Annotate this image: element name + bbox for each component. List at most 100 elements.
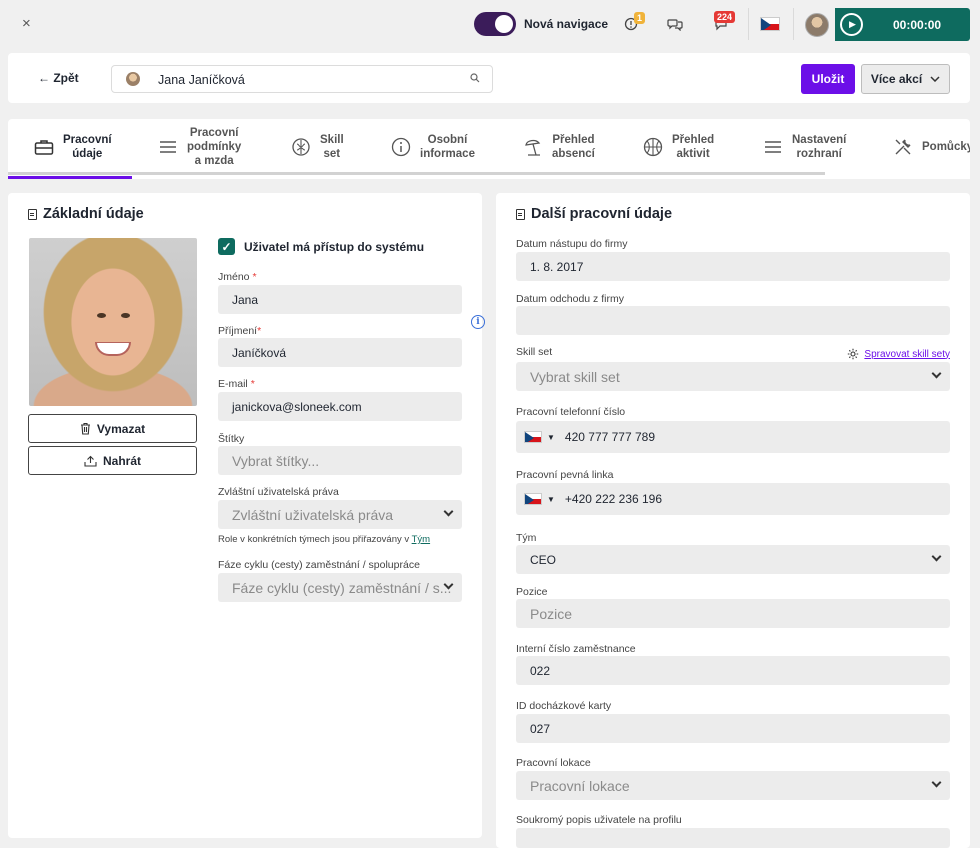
landline-field[interactable]: ▼ +420 222 236 196: [516, 483, 950, 515]
search-value: Jana Janíčková: [158, 73, 245, 87]
notifications-badge: 224: [714, 11, 736, 23]
tab-label: Pracovní podmínky a mzda: [187, 127, 242, 167]
chevron-down-icon: [930, 76, 940, 82]
tab-interface-settings[interactable]: Nastavení rozhraní: [763, 119, 846, 175]
last-name-label: Příjmení*: [218, 325, 262, 337]
system-access-label: Uživatel má přístup do systému: [244, 239, 425, 254]
landline-label: Pracovní pevná linka: [516, 469, 614, 481]
time-tracker: ▶ 00:00:00: [835, 8, 970, 41]
work-details-panel: Další pracovní údaje Datum nástupu do fi…: [496, 193, 970, 848]
info-icon[interactable]: i: [471, 315, 485, 329]
tab-absences[interactable]: Přehled absencí: [523, 119, 595, 175]
gear-icon: [848, 348, 859, 360]
upload-photo-button[interactable]: Nahrát: [28, 446, 197, 475]
start-date-label: Datum nástupu do firmy: [516, 238, 628, 250]
last-name-field[interactable]: Janíčková: [218, 338, 462, 367]
tabs-scrollbar[interactable]: [8, 172, 825, 175]
timer-value: 00:00:00: [893, 18, 942, 32]
beach-umbrella-icon: [525, 139, 541, 156]
employee-number-field[interactable]: 022: [516, 656, 950, 685]
system-access-checkbox[interactable]: ✓ Uživatel má přístup do systému: [218, 238, 424, 255]
tab-tools[interactable]: Pomůcky: [893, 119, 970, 175]
basic-info-panel: Základní údaje Vymazat Nahrát ✓ Uživatel…: [8, 193, 482, 838]
location-label: Pracovní lokace: [516, 757, 591, 769]
chevron-down-icon: [931, 777, 942, 788]
delete-label: Vymazat: [96, 421, 146, 436]
language-flag-cz[interactable]: [760, 17, 780, 31]
start-date-field[interactable]: 1. 8. 2017: [516, 252, 950, 281]
caret-down-icon[interactable]: ▼: [547, 433, 555, 442]
end-date-field[interactable]: [516, 306, 950, 335]
play-icon[interactable]: ▶: [840, 13, 863, 36]
special-rights-select[interactable]: Zvláštní uživatelská práva: [218, 500, 462, 529]
document-icon: [28, 208, 37, 220]
user-avatar[interactable]: [805, 13, 829, 37]
phase-select[interactable]: Fáze cyklu (cesty) zaměstnání / s...: [218, 573, 462, 602]
team-select[interactable]: CEO: [516, 545, 950, 574]
tab-activities[interactable]: Přehled aktivit: [643, 119, 714, 175]
more-actions-button[interactable]: Více akcí: [861, 64, 950, 94]
new-navigation-label: Nová navigace: [524, 17, 609, 31]
tab-work-conditions[interactable]: Pracovní podmínky a mzda: [158, 119, 241, 175]
alert-icon-button[interactable]: 1: [620, 12, 646, 35]
roles-hint: Role v konkrétních týmech jsou přiřazová…: [218, 534, 431, 545]
position-field[interactable]: Pozice: [516, 599, 950, 628]
tab-skill-set[interactable]: Skill set: [291, 119, 344, 175]
work-phone-field[interactable]: ▼ 420 777 777 789: [516, 421, 950, 453]
private-description-label: Soukromý popis uživatele na profilu: [516, 814, 682, 826]
menu-lines-icon: [160, 141, 176, 153]
basic-info-title-text: Základní údaje: [43, 206, 144, 222]
tab-label: Osobní informace: [420, 134, 475, 160]
team-value: CEO: [530, 552, 557, 567]
first-name-field[interactable]: Jana: [218, 285, 462, 314]
info-icon: [391, 137, 411, 157]
email-label: E-mail *: [218, 378, 255, 390]
country-flag-cz[interactable]: [524, 431, 542, 443]
position-label: Pozice: [516, 586, 548, 598]
new-navigation-toggle[interactable]: [474, 12, 516, 36]
caret-down-icon[interactable]: ▼: [547, 495, 555, 504]
save-button[interactable]: Uložit: [801, 64, 855, 94]
tags-label: Štítky: [218, 433, 245, 445]
photo-eye: [121, 313, 130, 318]
divider: [748, 8, 749, 40]
card-id-field[interactable]: 027: [516, 714, 950, 743]
first-name-label: Jméno *: [218, 271, 257, 283]
messages-icon-button[interactable]: [664, 13, 686, 35]
menu-lines-icon: [765, 141, 781, 153]
tab-label: Skill set: [320, 134, 344, 160]
special-rights-label: Zvláštní uživatelská práva: [218, 486, 339, 498]
photo-smile: [95, 342, 131, 356]
skill-set-select[interactable]: Vybrat skill set: [516, 362, 950, 391]
photo-eye: [97, 313, 106, 318]
team-link[interactable]: Tým: [412, 534, 430, 545]
tab-label: Nastavení rozhraní: [792, 134, 847, 160]
tags-select[interactable]: Vybrat štítky...: [218, 446, 462, 475]
private-description-field[interactable]: [516, 828, 950, 848]
back-button[interactable]: ← Zpět: [38, 71, 79, 85]
tab-bar: Pracovní údaje Pracovní podmínky a mzda …: [8, 119, 970, 179]
work-details-title: Další pracovní údaje: [516, 206, 672, 222]
email-field[interactable]: janickova@sloneek.com: [218, 392, 462, 421]
manage-skill-sets-label: Spravovat skill sety: [864, 348, 950, 360]
team-label: Tým: [516, 532, 537, 544]
manage-skill-sets-link[interactable]: Spravovat skill sety: [847, 348, 950, 360]
tab-work-details[interactable]: Pracovní údaje: [34, 119, 112, 175]
phase-label: Fáze cyklu (cesty) zaměstnání / spoluprá…: [218, 559, 420, 571]
location-select[interactable]: Pracovní lokace: [516, 771, 950, 800]
notifications-icon-button[interactable]: 224: [710, 11, 736, 35]
header-bar: ← Zpět Jana Janíčková Uložit Více akcí: [8, 53, 970, 103]
country-flag-cz[interactable]: [524, 493, 542, 505]
basketball-icon: [643, 137, 663, 157]
upload-icon: [84, 455, 97, 467]
skill-set-label: Skill set: [516, 346, 553, 358]
tab-personal-info[interactable]: Osobní informace: [391, 119, 475, 175]
profile-photo: [29, 238, 197, 406]
delete-photo-button[interactable]: Vymazat: [28, 414, 197, 443]
end-date-label: Datum odchodu z firmy: [516, 293, 624, 305]
trash-icon: [80, 422, 90, 435]
special-rights-value: Zvláštní uživatelská práva: [232, 506, 394, 523]
skill-set-value: Vybrat skill set: [530, 368, 620, 385]
close-icon[interactable]: ×: [22, 15, 31, 32]
user-search-input[interactable]: Jana Janíčková: [111, 65, 493, 93]
